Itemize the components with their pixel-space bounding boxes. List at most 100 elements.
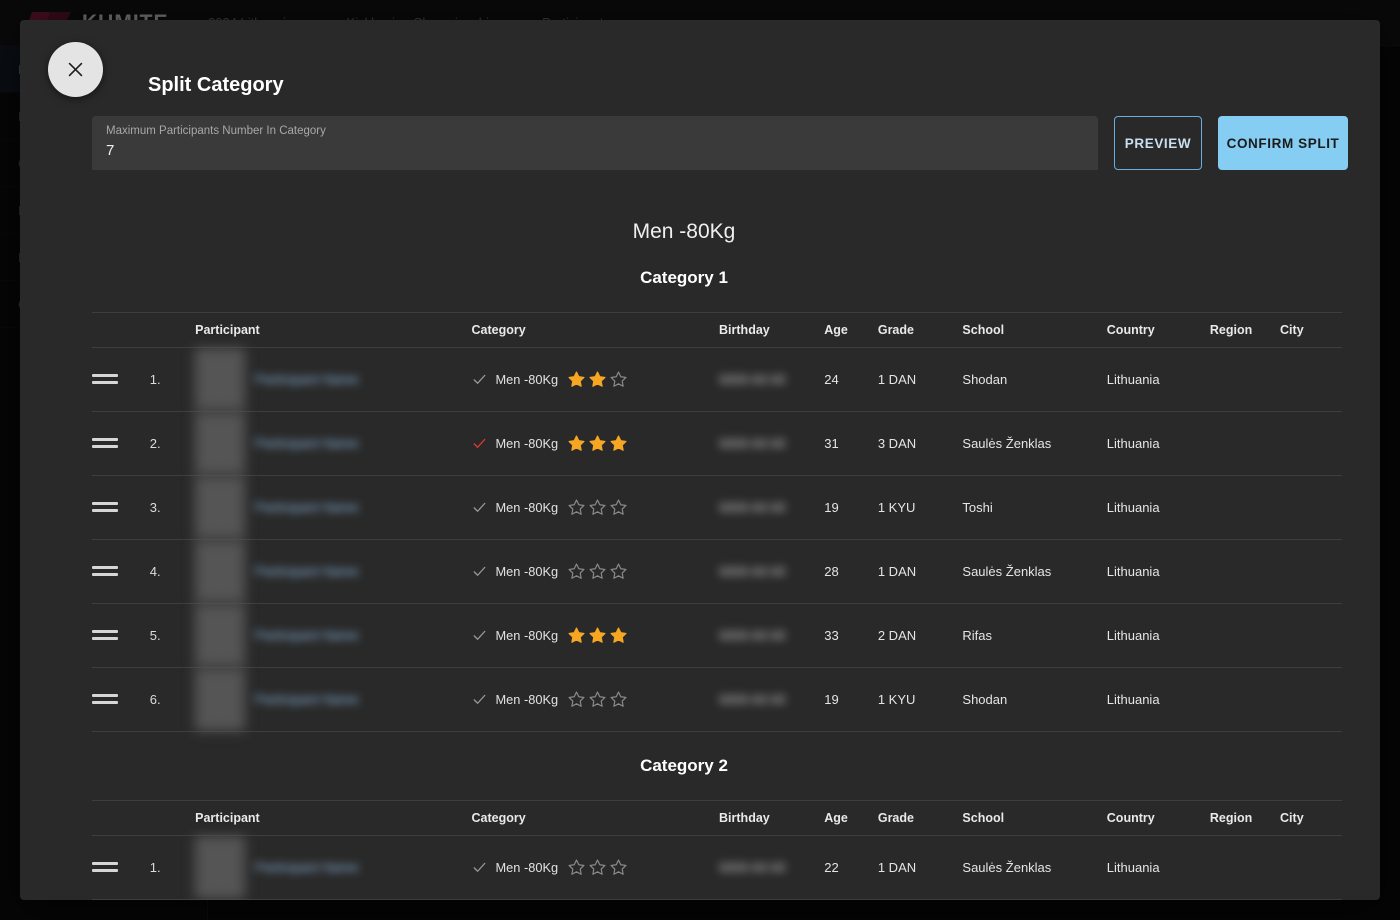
region-cell — [1210, 412, 1280, 476]
row-drag-cell[interactable] — [92, 604, 150, 668]
row-drag-cell[interactable] — [92, 540, 150, 604]
star-empty-icon[interactable] — [567, 690, 586, 709]
check-icon[interactable] — [472, 860, 487, 875]
column-header-category: Category — [472, 313, 720, 348]
star-empty-icon[interactable] — [567, 858, 586, 877]
check-icon[interactable] — [472, 564, 487, 579]
category-group: Category 2ParticipantCategoryBirthdayAge… — [20, 756, 1348, 900]
star-filled-icon[interactable] — [588, 434, 607, 453]
star-filled-icon[interactable] — [567, 370, 586, 389]
rating-stars[interactable] — [567, 858, 628, 877]
participant-cell[interactable]: Participant Name — [195, 540, 471, 604]
drag-handle-icon[interactable] — [92, 438, 118, 448]
drag-handle-icon[interactable] — [92, 374, 118, 384]
table-header-row: ParticipantCategoryBirthdayAgeGradeSchoo… — [92, 801, 1342, 836]
participants-table: ParticipantCategoryBirthdayAgeGradeSchoo… — [92, 312, 1342, 732]
max-participants-input[interactable] — [106, 138, 1084, 159]
participant-cell[interactable]: Participant Name — [195, 476, 471, 540]
rating-stars[interactable] — [567, 498, 628, 517]
participant-name-link[interactable]: Participant Name — [255, 372, 359, 387]
participant-name-link[interactable]: Participant Name — [255, 628, 359, 643]
row-drag-cell[interactable] — [92, 412, 150, 476]
rating-stars[interactable] — [567, 370, 628, 389]
check-icon[interactable] — [472, 692, 487, 707]
participant-name-link[interactable]: Participant Name — [255, 564, 359, 579]
table-row[interactable]: 2.Participant NameMen -80Kg0000-00-00313… — [92, 412, 1342, 476]
row-index-cell: 1. — [150, 836, 195, 900]
column-header-school: School — [962, 313, 1106, 348]
star-empty-icon[interactable] — [609, 498, 628, 517]
star-filled-icon[interactable] — [609, 626, 628, 645]
preview-button[interactable]: PREVIEW — [1114, 116, 1202, 170]
max-participants-field[interactable]: Maximum Participants Number In Category — [92, 116, 1098, 170]
star-filled-icon[interactable] — [588, 626, 607, 645]
category-cell: Men -80Kg — [472, 668, 720, 732]
birthday-value: 0000-00-00 — [719, 628, 786, 643]
participant-cell[interactable]: Participant Name — [195, 604, 471, 668]
star-filled-icon[interactable] — [567, 626, 586, 645]
drag-handle-icon[interactable] — [92, 694, 118, 704]
drag-handle-icon[interactable] — [92, 502, 118, 512]
row-drag-cell[interactable] — [92, 836, 150, 900]
column-header-country: Country — [1107, 801, 1210, 836]
max-participants-label: Maximum Participants Number In Category — [106, 124, 1084, 138]
participant-name-link[interactable]: Participant Name — [255, 692, 359, 707]
table-row[interactable]: 1.Participant NameMen -80Kg0000-00-00221… — [92, 836, 1342, 900]
confirm-split-button[interactable]: CONFIRM SPLIT — [1218, 116, 1348, 170]
check-icon[interactable] — [472, 500, 487, 515]
star-empty-icon[interactable] — [588, 858, 607, 877]
age-cell: 31 — [824, 412, 878, 476]
star-empty-icon[interactable] — [588, 690, 607, 709]
table-row[interactable]: 5.Participant NameMen -80Kg0000-00-00332… — [92, 604, 1342, 668]
participant-name-link[interactable]: Participant Name — [255, 436, 359, 451]
row-drag-cell[interactable] — [92, 668, 150, 732]
birthday-value: 0000-00-00 — [719, 692, 786, 707]
participant-cell[interactable]: Participant Name — [195, 668, 471, 732]
star-empty-icon[interactable] — [588, 498, 607, 517]
close-button[interactable] — [48, 42, 103, 97]
check-icon[interactable] — [472, 372, 487, 387]
participant-cell[interactable]: Participant Name — [195, 348, 471, 412]
participant-cell[interactable]: Participant Name — [195, 412, 471, 476]
table-row[interactable]: 1.Participant NameMen -80Kg0000-00-00241… — [92, 348, 1342, 412]
birthday-value: 0000-00-00 — [719, 860, 786, 875]
star-filled-icon[interactable] — [567, 434, 586, 453]
participant-name-link[interactable]: Participant Name — [255, 860, 359, 875]
rating-stars[interactable] — [567, 434, 628, 453]
participant-cell[interactable]: Participant Name — [195, 836, 471, 900]
column-header-category: Category — [472, 801, 720, 836]
star-empty-icon[interactable] — [609, 562, 628, 581]
birthday-value: 0000-00-00 — [719, 372, 786, 387]
star-empty-icon[interactable] — [609, 690, 628, 709]
column-header-participant: Participant — [195, 801, 471, 836]
table-row[interactable]: 6.Participant NameMen -80Kg0000-00-00191… — [92, 668, 1342, 732]
birthday-cell: 0000-00-00 — [719, 604, 824, 668]
star-filled-icon[interactable] — [588, 370, 607, 389]
star-empty-icon[interactable] — [588, 562, 607, 581]
modal-scroll-body[interactable]: Men -80Kg Category 1ParticipantCategoryB… — [20, 198, 1380, 900]
column-header-school: School — [962, 801, 1106, 836]
star-filled-icon[interactable] — [609, 434, 628, 453]
rating-stars[interactable] — [567, 690, 628, 709]
table-row[interactable]: 3.Participant NameMen -80Kg0000-00-00191… — [92, 476, 1342, 540]
region-cell — [1210, 604, 1280, 668]
drag-handle-icon[interactable] — [92, 630, 118, 640]
city-cell — [1280, 412, 1342, 476]
row-drag-cell[interactable] — [92, 348, 150, 412]
star-empty-icon[interactable] — [567, 562, 586, 581]
drag-handle-icon[interactable] — [92, 862, 118, 872]
category-cell: Men -80Kg — [472, 604, 720, 668]
check-icon[interactable] — [472, 628, 487, 643]
star-empty-icon[interactable] — [609, 370, 628, 389]
country-cell: Lithuania — [1107, 348, 1210, 412]
rating-stars[interactable] — [567, 626, 628, 645]
star-empty-icon[interactable] — [609, 858, 628, 877]
participant-name-link[interactable]: Participant Name — [255, 500, 359, 515]
drag-handle-icon[interactable] — [92, 566, 118, 576]
check-icon[interactable] — [472, 436, 487, 451]
star-empty-icon[interactable] — [567, 498, 586, 517]
row-index: 5. — [150, 628, 161, 643]
row-drag-cell[interactable] — [92, 476, 150, 540]
rating-stars[interactable] — [567, 562, 628, 581]
table-row[interactable]: 4.Participant NameMen -80Kg0000-00-00281… — [92, 540, 1342, 604]
